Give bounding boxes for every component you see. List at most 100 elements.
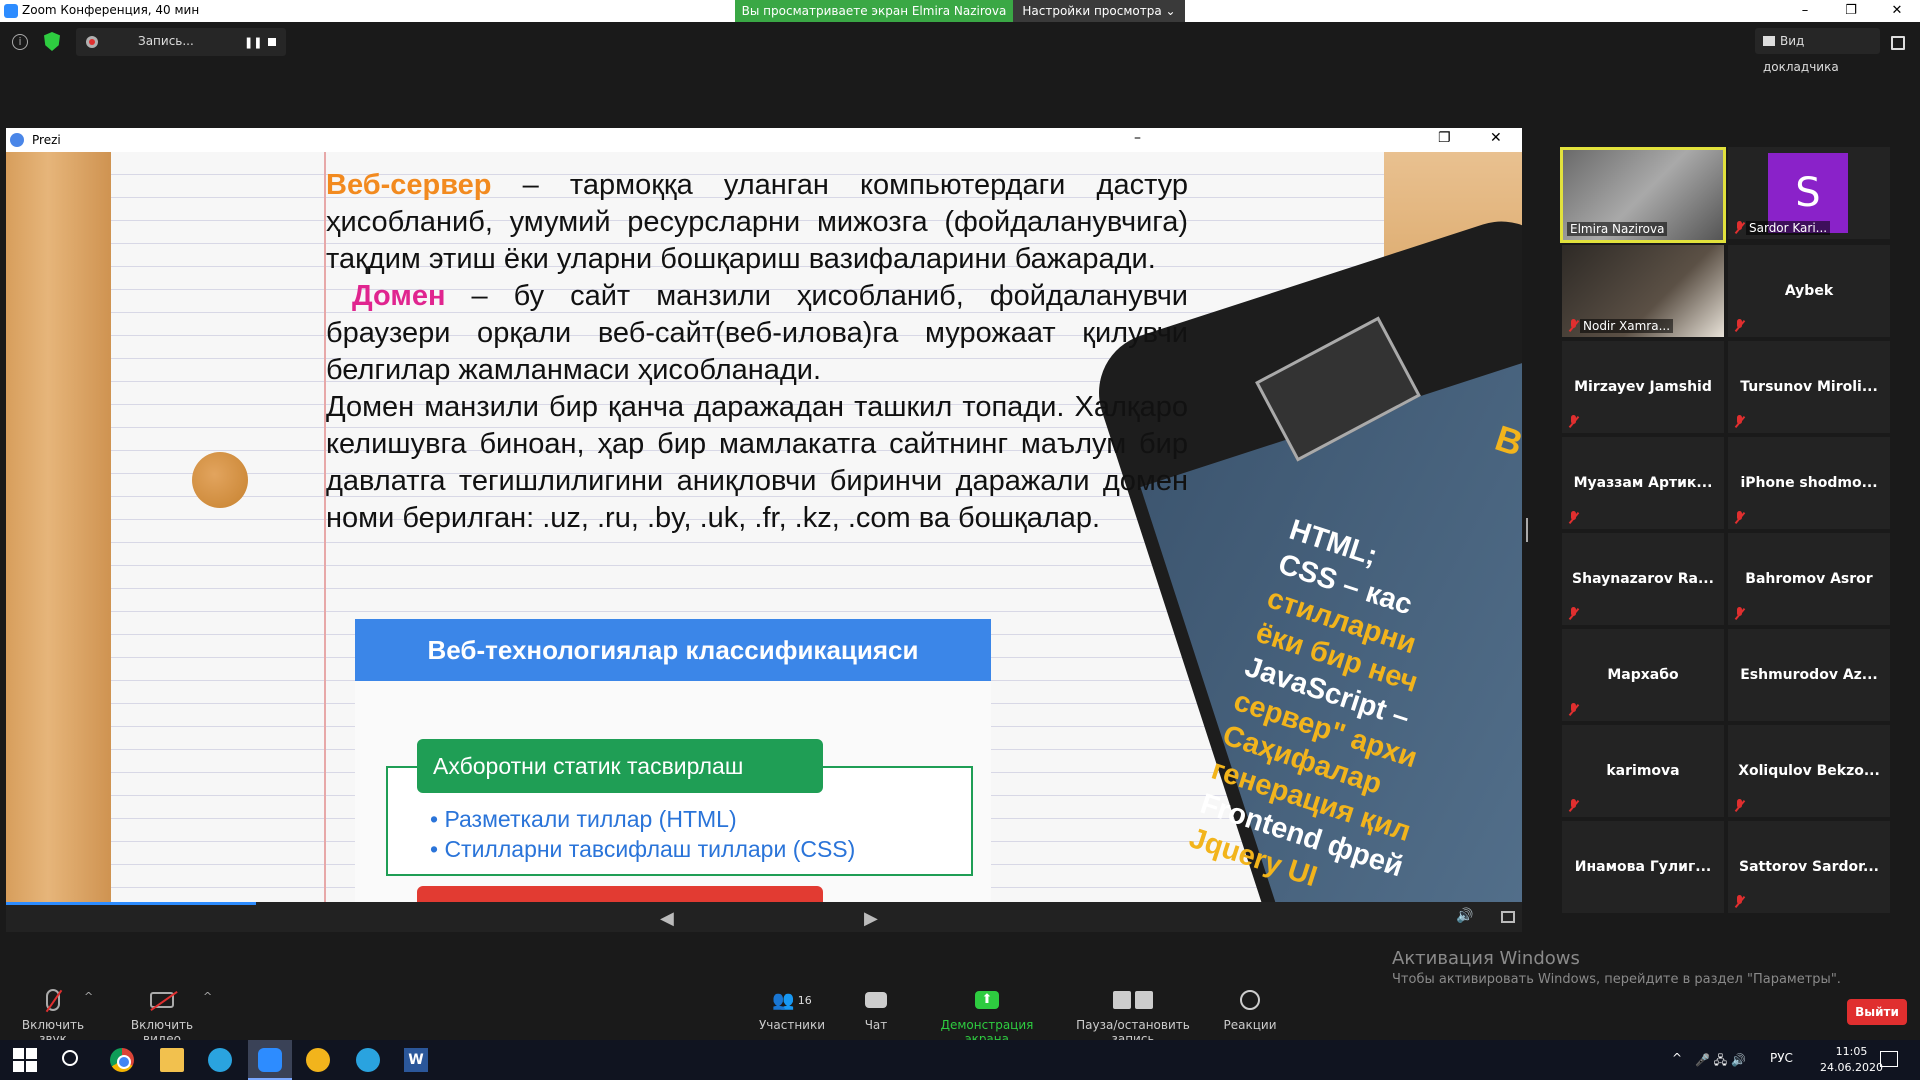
search-icon[interactable] [62,1050,78,1066]
speaker-view-button[interactable]: Вид докладчика [1755,28,1880,74]
security-shield-icon[interactable] [44,32,60,51]
participant-name: Муаззам Артик... [1573,475,1713,491]
muted-mic-icon [1734,799,1744,813]
title-bar: Zoom Конференция, 40 мин Вы просматривае… [0,0,1920,22]
share-screen-icon: ⬆ [975,991,999,1009]
participant-tile[interactable]: Aybek [1728,245,1890,337]
participant-tile[interactable]: Elmira Nazirova [1560,147,1726,243]
muted-mic-icon [1568,319,1578,333]
participants-button[interactable]: 👥 16 Участники [752,988,832,1033]
minimize-button[interactable]: – [1782,0,1828,22]
presentation-slide: B HTML; CSS – кас стилларни ёки бир неч … [6,152,1522,902]
windows-activation-watermark: Активация Windows Чтобы активировать Win… [1392,948,1841,987]
video-options-caret[interactable]: ^ [203,990,212,1003]
zoom-taskbar-icon[interactable] [258,1048,282,1072]
participant-tile[interactable]: Инамова Гулиг... [1562,821,1724,913]
grid-icon [1763,36,1775,46]
muted-mic-icon [1734,319,1744,333]
participant-tile[interactable]: Муаззам Артик... [1562,437,1724,529]
start-video-button[interactable]: Включить видео [112,988,212,1046]
participant-tile[interactable]: Sattorov Sardor... [1728,821,1890,913]
tray-icons[interactable]: 🎤 🖧 🔊 [1695,1051,1746,1072]
notification-icon[interactable] [1880,1051,1898,1067]
shared-restore-button[interactable]: ❐ [1438,130,1451,146]
clock-date: 24.06.2020 [1820,1061,1883,1074]
participant-name: Bahromov Asror [1745,571,1873,587]
participant-tile[interactable]: karimova [1562,725,1724,817]
shared-close-button[interactable]: ✕ [1490,130,1502,146]
muted-mic-icon [1568,799,1578,813]
maximize-button[interactable]: ❐ [1828,0,1874,22]
diagram-title: Веб-технологиялар классификацияси [355,619,991,681]
muted-mic-icon [1568,415,1578,429]
muted-mic-icon [1734,511,1744,525]
diagram-items: • Разметкали тиллар (HTML) • Стилларни т… [430,804,855,864]
push-pin-decoration [192,452,248,508]
recording-dot-icon [86,36,98,48]
view-options-button[interactable]: Настройки просмотра ⌄ [1013,0,1185,22]
muted-mic-icon [1568,511,1578,525]
participant-tile[interactable]: Shaynazarov Ra... [1562,533,1724,625]
participant-tile[interactable]: S Sardor Kari... [1728,147,1890,239]
reactions-button[interactable]: Реакции [1222,988,1278,1032]
telegram-icon[interactable] [356,1048,380,1072]
muted-mic-icon [1734,221,1744,235]
participant-name: Nodir Xamra... [1580,319,1674,333]
participant-name: Aybek [1784,283,1834,299]
next-slide-icon[interactable]: ▶ [864,908,878,929]
participant-tile[interactable]: Nodir Xamra... [1562,245,1724,337]
participant-tile[interactable]: Eshmurodov Az... [1728,629,1890,721]
participant-name: Sardor Kari... [1746,221,1831,235]
participant-name: Sattorov Sardor... [1739,859,1879,875]
muted-microphone-icon [46,989,60,1011]
participants-label: Участники [758,1018,826,1032]
info-icon[interactable]: i [12,34,28,50]
term-web-server: Веб-сервер [326,169,492,201]
close-button[interactable]: ✕ [1874,0,1920,22]
expand-icon[interactable] [1501,911,1515,923]
word-icon[interactable]: W [404,1048,428,1072]
leave-meeting-button[interactable]: Выйти [1847,999,1907,1025]
chrome-icon[interactable] [110,1048,134,1072]
language-indicator[interactable]: РУС [1770,1051,1793,1065]
app-warning-icon[interactable] [306,1048,330,1072]
participant-name: Eshmurodov Az... [1740,667,1878,683]
reactions-label: Реакции [1223,1018,1277,1032]
participant-name: iPhone shodmo... [1740,475,1878,491]
telegram-icon[interactable] [208,1048,232,1072]
participants-count: 16 [797,993,812,1007]
chat-button[interactable]: Чат [856,988,896,1032]
watermark-title: Активация Windows [1392,948,1580,969]
tray-overflow-icon[interactable]: ^ [1672,1051,1682,1065]
participant-tile[interactable]: Bahromov Asror [1728,533,1890,625]
panel-splitter[interactable] [1526,518,1528,542]
audio-options-caret[interactable]: ^ [84,990,93,1003]
participant-name: Shaynazarov Ra... [1572,571,1714,587]
clock[interactable]: 11:05 24.06.2020 [1820,1044,1883,1076]
participant-tile[interactable]: iPhone shodmo... [1728,437,1890,529]
windows-start-icon[interactable] [13,1048,37,1072]
participant-tile[interactable]: Tursunov Miroli... [1728,341,1890,433]
prezi-nav-bar: ◀ ▶ 🔊 [6,902,1522,932]
reactions-icon [1240,990,1260,1010]
meeting-top-strip: i Запись... ❚❚ Вид докладчика [0,22,1920,74]
shared-minimize-button[interactable]: – [1134,130,1141,146]
pause-recording-icon[interactable]: ❚❚ [244,36,262,49]
participant-tile[interactable]: Мархабо [1562,629,1724,721]
chat-label: Чат [864,1018,888,1032]
participant-tile[interactable]: Mirzayev Jamshid [1562,341,1724,433]
diagram-group-title: Ахборотни статик тасвирлаш [417,739,823,793]
recording-indicator: Запись... ❚❚ [76,28,286,56]
stop-recording-icon[interactable] [268,38,276,46]
muted-mic-icon [1734,415,1744,429]
video-off-icon [150,992,174,1008]
share-screen-button[interactable]: ⬆ Демонстрация экрана [922,988,1052,1046]
prev-slide-icon[interactable]: ◀ [660,908,674,929]
shared-screen: Prezi – ❐ ✕ B HTML; CSS – кас стилларни … [6,128,1522,932]
diagram-item: • Стилларни тавсифлаш тиллари (CSS) [430,836,856,862]
pause-stop-recording-button[interactable]: Пауза/остановить запись [1062,988,1204,1046]
sound-icon[interactable]: 🔊 [1456,908,1473,924]
participant-tile[interactable]: Xoliqulov Bekzo... [1728,725,1890,817]
fullscreen-icon[interactable] [1891,36,1905,50]
file-explorer-icon[interactable] [160,1048,184,1072]
